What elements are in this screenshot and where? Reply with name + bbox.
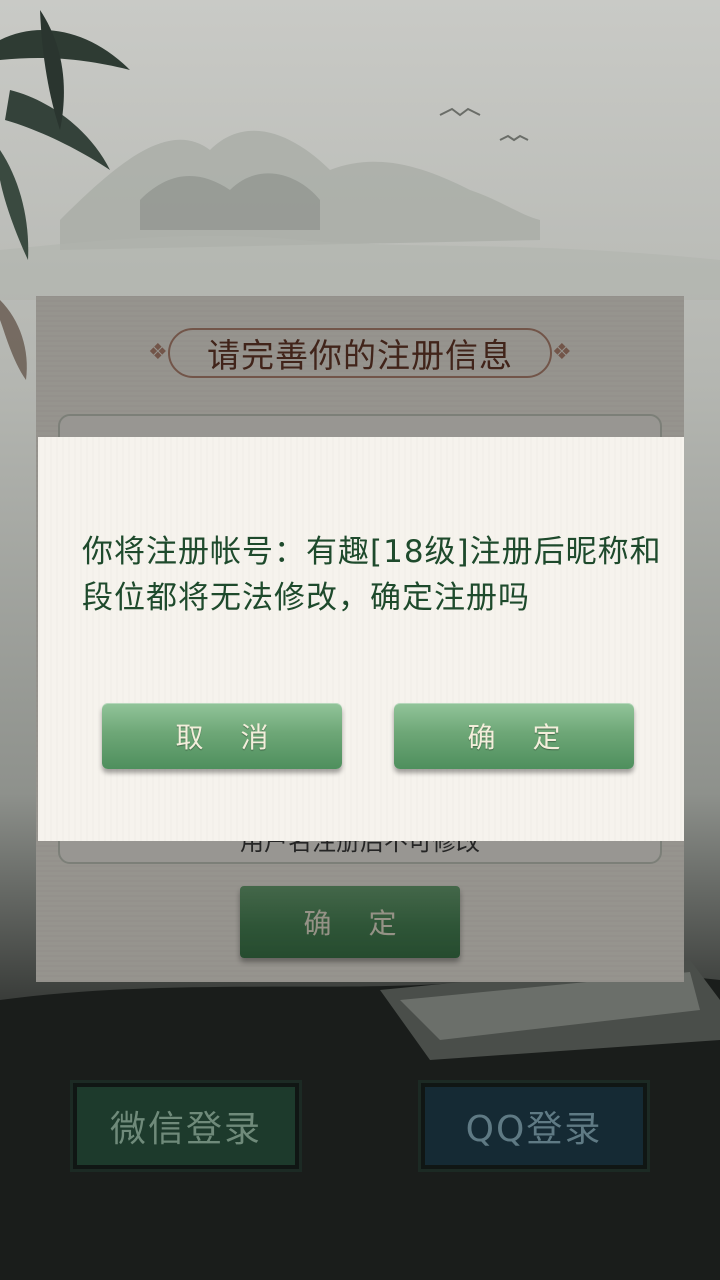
cancel-button[interactable]: 取 消: [102, 703, 342, 769]
confirm-dialog: 你将注册帐号：有趣[18级]注册后昵称和段位都将无法修改，确定注册吗 取 消 确…: [38, 437, 684, 841]
wechat-login-button[interactable]: 微信登录: [70, 1080, 302, 1172]
qq-login-label: QQ登录: [465, 1109, 603, 1150]
dialog-message: 你将注册帐号：有趣[18级]注册后昵称和段位都将无法修改，确定注册吗: [82, 534, 662, 616]
qq-login-button[interactable]: QQ登录: [418, 1080, 650, 1172]
wechat-login-label: 微信登录: [109, 1109, 262, 1150]
ok-button[interactable]: 确 定: [394, 703, 634, 769]
